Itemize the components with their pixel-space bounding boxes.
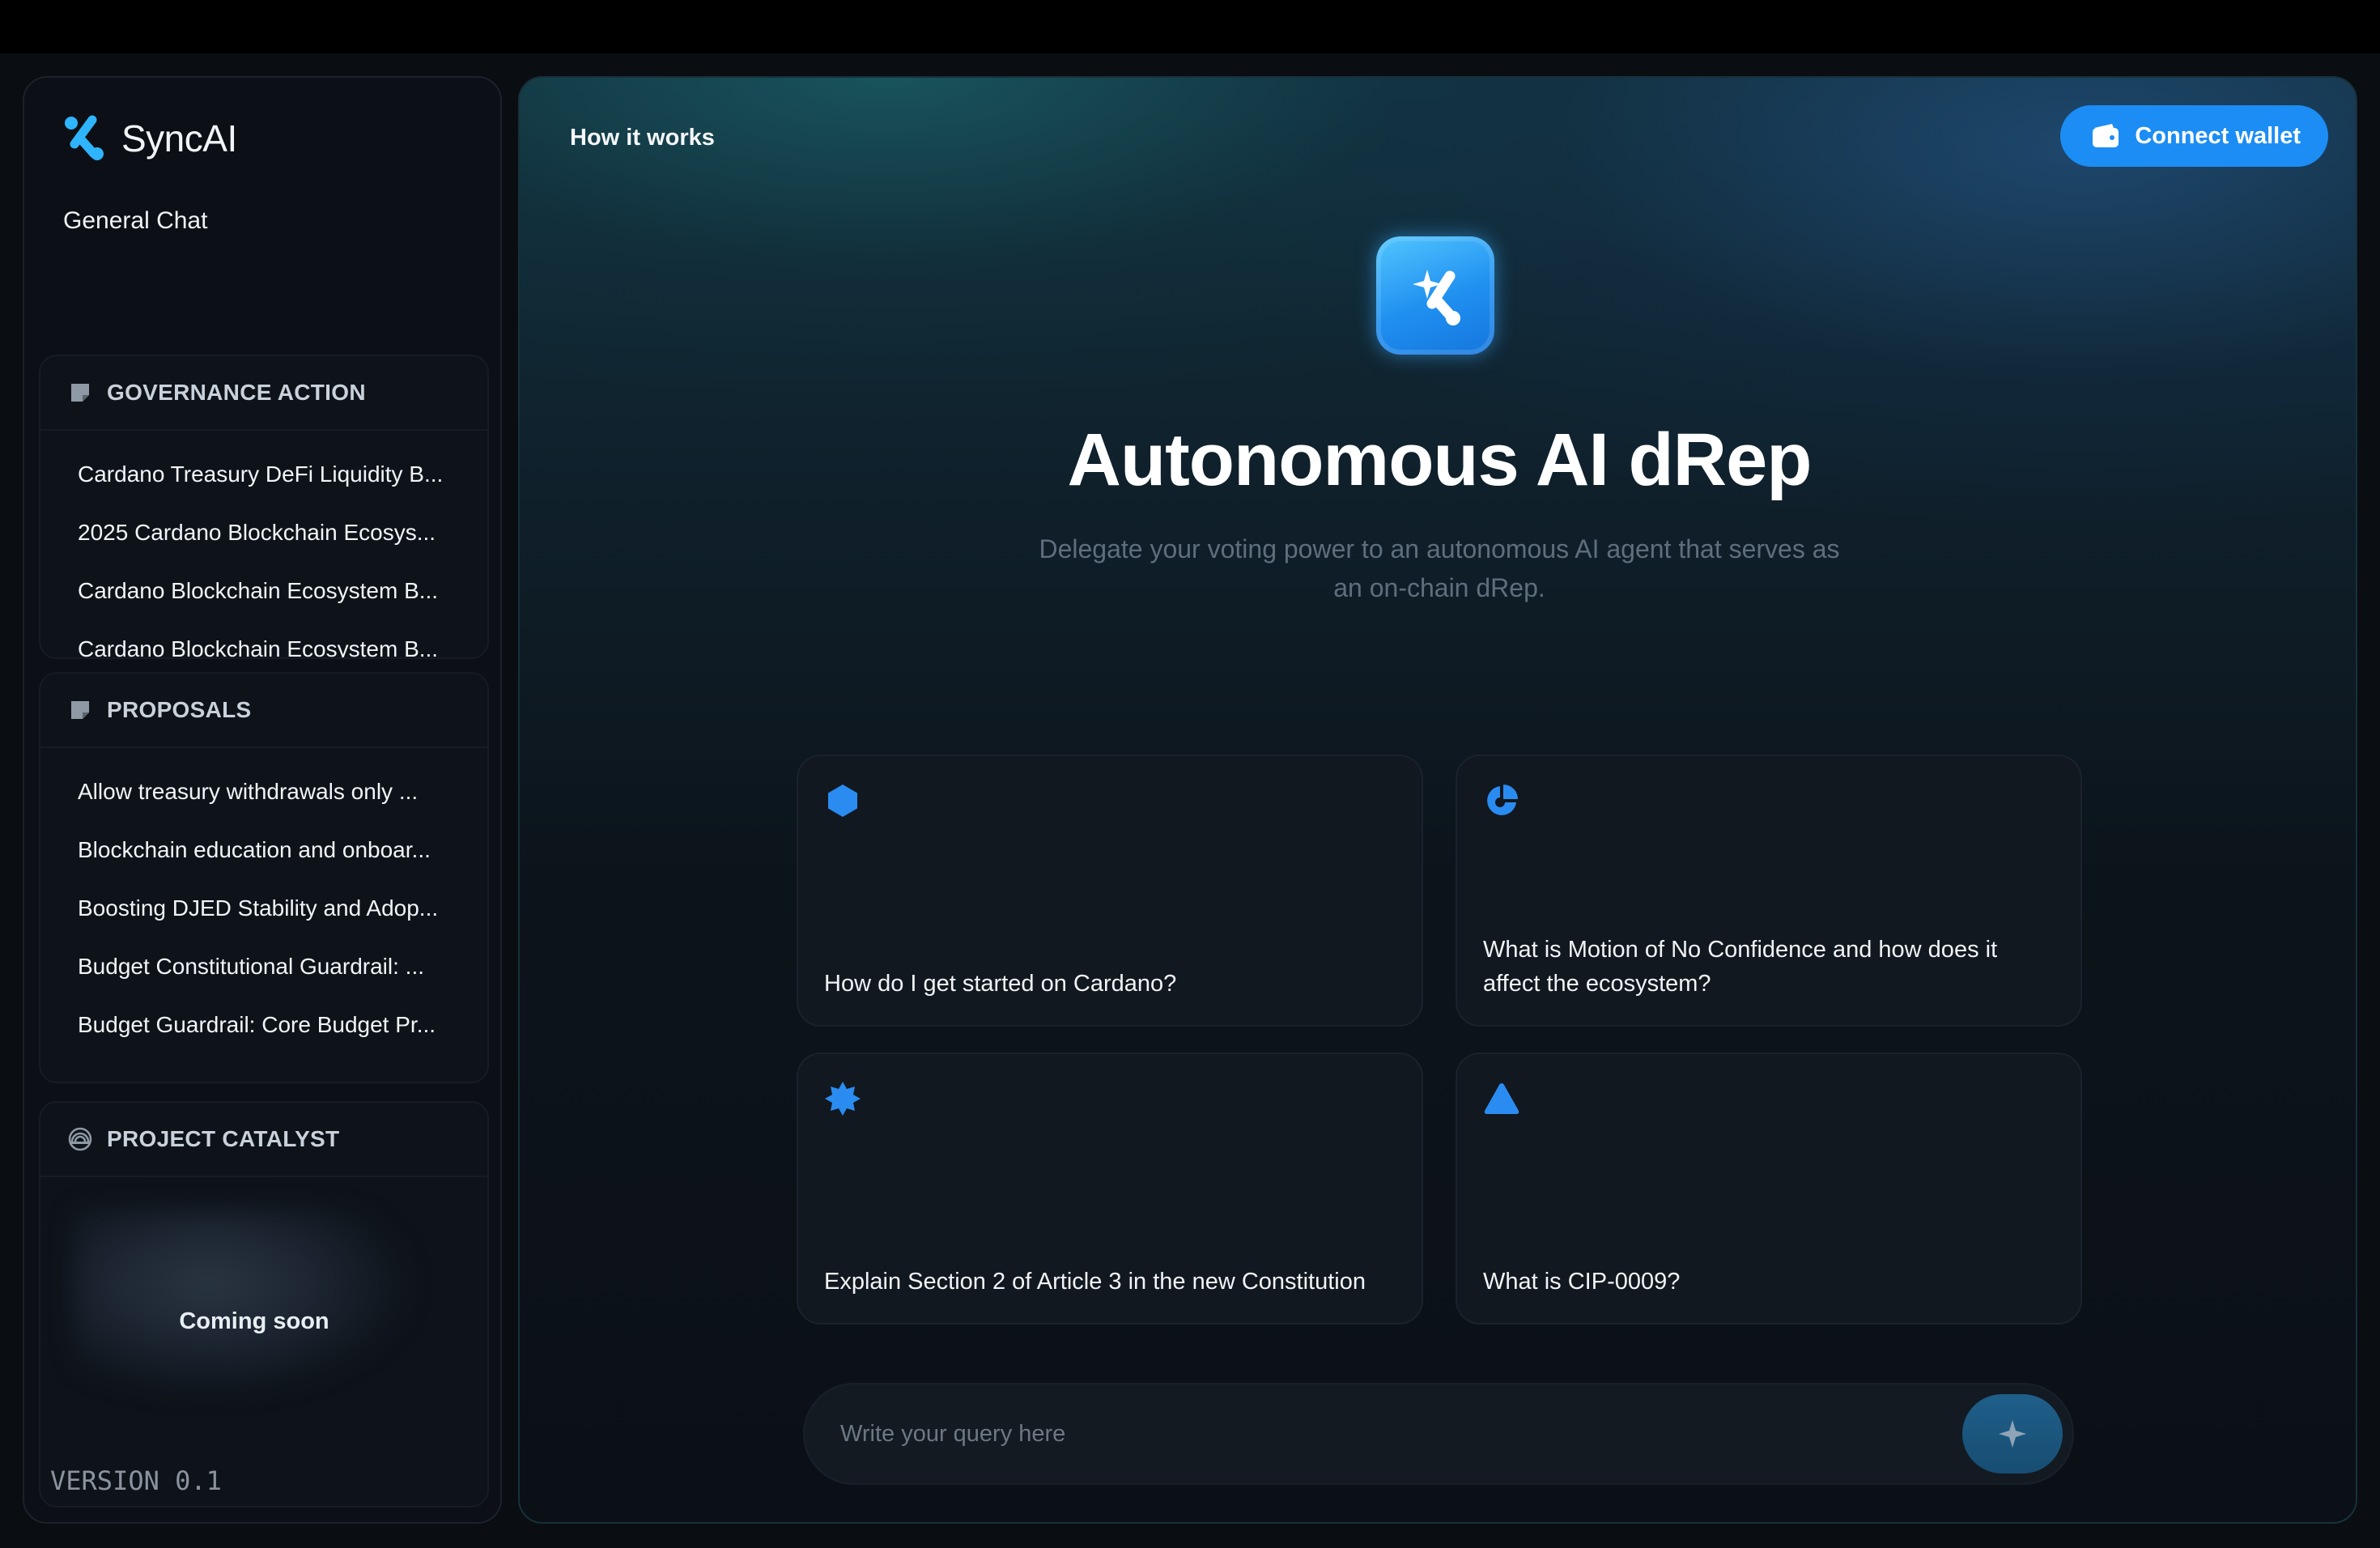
- rainbow-icon: [68, 1127, 92, 1151]
- hero-logo-icon: [1376, 236, 1494, 355]
- proposals-panel: PROPOSALS Allow treasury withdrawals onl…: [39, 672, 489, 1083]
- general-chat-link[interactable]: General Chat: [63, 207, 207, 235]
- governance-action-item[interactable]: Cardano Blockchain Ecosystem B...: [40, 620, 487, 657]
- blurred-placeholder: [73, 1210, 413, 1396]
- proposals-header[interactable]: PROPOSALS: [40, 674, 487, 748]
- connect-wallet-label: Connect wallet: [2135, 122, 2301, 149]
- suggestion-text: What is CIP-0009?: [1483, 1269, 1681, 1295]
- connect-wallet-button[interactable]: Connect wallet: [2060, 105, 2328, 167]
- proposal-item[interactable]: Boosting DJED Stability and Adop...: [40, 879, 487, 938]
- suggestion-card[interactable]: Explain Section 2 of Article 3 in the ne…: [797, 1053, 1423, 1325]
- sticky-note-icon: [68, 381, 92, 405]
- brand[interactable]: SyncAI: [63, 110, 237, 167]
- governance-action-item[interactable]: Cardano Treasury DeFi Liquidity B...: [40, 445, 487, 504]
- wallet-icon: [2093, 124, 2119, 147]
- proposals-list: Allow treasury withdrawals only ... Bloc…: [40, 748, 487, 1054]
- coming-soon-label: Coming soon: [179, 1308, 329, 1334]
- proposals-title: PROPOSALS: [107, 697, 252, 722]
- proposal-item[interactable]: Blockchain education and onboar...: [40, 821, 487, 879]
- proposal-item[interactable]: Allow treasury withdrawals only ...: [40, 763, 487, 821]
- project-catalyst-header: PROJECT CATALYST: [40, 1103, 487, 1177]
- suggestion-text: What is Motion of No Confidence and how …: [1483, 937, 1998, 997]
- governance-action-item[interactable]: Cardano Blockchain Ecosystem B...: [40, 562, 487, 620]
- governance-action-item[interactable]: 2025 Cardano Blockchain Ecosys...: [40, 504, 487, 562]
- pie-chart-icon: [1487, 785, 1518, 815]
- sidebar: SyncAI General Chat GOVERNANCE ACTION Ca…: [23, 76, 502, 1524]
- governance-action-list: Cardano Treasury DeFi Liquidity B... 202…: [40, 431, 487, 657]
- triangle-icon: [1484, 1083, 1519, 1114]
- hero-title: Autonomous AI dRep: [1067, 419, 1813, 501]
- send-button[interactable]: [1962, 1394, 2063, 1474]
- how-it-works-link[interactable]: How it works: [570, 125, 715, 151]
- governance-action-panel: GOVERNANCE ACTION Cardano Treasury DeFi …: [39, 355, 489, 659]
- star-badge-icon: [825, 1082, 861, 1116]
- query-bar: [803, 1383, 2074, 1485]
- suggestion-card[interactable]: What is Motion of No Confidence and how …: [1456, 755, 2082, 1027]
- proposal-item[interactable]: Budget Guardrail: Core Budget Pr...: [40, 996, 487, 1054]
- project-catalyst-title: PROJECT CATALYST: [107, 1126, 340, 1151]
- sticky-note-icon: [68, 698, 92, 722]
- main-panel: How it works Connect wallet Autonomous A…: [518, 76, 2357, 1524]
- suggestion-text: Explain Section 2 of Article 3 in the ne…: [824, 1269, 1366, 1295]
- suggestion-text: How do I get started on Cardano?: [824, 971, 1177, 997]
- query-input[interactable]: [840, 1384, 1941, 1483]
- proposal-item[interactable]: Budget Constitutional Guardrail: ...: [40, 938, 487, 996]
- governance-action-title: GOVERNANCE ACTION: [107, 380, 366, 405]
- window-top-bar: [0, 0, 2380, 53]
- hero-subtitle: Delegate your voting power to an autonom…: [1039, 534, 1840, 602]
- version-label: VERSION 0.1: [50, 1465, 222, 1496]
- suggestion-card[interactable]: How do I get started on Cardano?: [797, 755, 1423, 1027]
- suggestion-card[interactable]: What is CIP-0009?: [1456, 1053, 2082, 1325]
- sparkle-icon: [1999, 1420, 2026, 1448]
- catalyst-placeholder: Coming soon: [40, 1177, 487, 1506]
- hexagon-icon: [828, 785, 857, 817]
- brand-name: SyncAI: [121, 117, 237, 159]
- syncai-logo-icon: [65, 115, 104, 160]
- project-catalyst-panel: PROJECT CATALYST Coming soon: [39, 1101, 489, 1508]
- governance-action-header[interactable]: GOVERNANCE ACTION: [40, 356, 487, 431]
